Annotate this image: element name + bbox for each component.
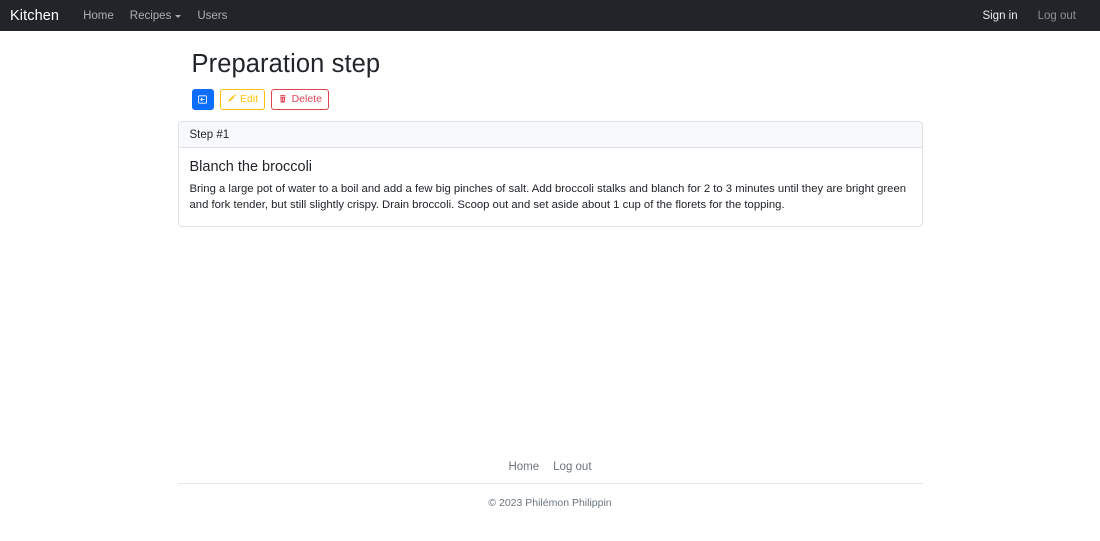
nav-link-recipes-label: Recipes (129, 9, 172, 22)
nav-link-users[interactable]: Users (189, 10, 235, 22)
edit-button[interactable]: Edit (219, 88, 266, 110)
footer-link-log-out[interactable]: Log out (553, 461, 591, 473)
preparation-step-card: Step #1 Blanch the broccoli Bring a larg… (177, 120, 923, 228)
footer-nav: Home Log out (0, 455, 1100, 483)
card-title: Blanch the broccoli (189, 158, 313, 175)
footer-link-home[interactable]: Home (508, 461, 539, 473)
box-arrow-left-icon (197, 94, 208, 105)
navbar-primary-links: Home Recipes Users (75, 10, 235, 22)
card-description: Bring a large pot of water to a boil and… (189, 182, 907, 212)
delete-button[interactable]: Delete (271, 88, 329, 110)
navbar-brand[interactable]: Kitchen (10, 8, 59, 24)
navbar-secondary-links: Sign in Log out (972, 10, 1086, 22)
nav-link-log-out[interactable]: Log out (1028, 10, 1086, 22)
edit-button-label: Edit (240, 92, 259, 105)
nav-link-log-out-label: Log out (1037, 9, 1076, 22)
main-container: Preparation step Edit Delete Step #1 Bla… (177, 31, 923, 228)
nav-link-recipes[interactable]: Recipes (122, 10, 190, 22)
card-body: Blanch the broccoli Bring a large pot of… (179, 148, 922, 227)
footer-copyright: © 2023 Philémon Philippin (488, 497, 612, 509)
action-button-row: Edit Delete (191, 88, 923, 110)
nav-link-users-label: Users (197, 9, 228, 22)
page-footer: Home Log out © 2023 Philémon Philippin (0, 455, 1100, 509)
back-button[interactable] (191, 88, 214, 110)
delete-button-label: Delete (291, 92, 322, 105)
nav-link-sign-in[interactable]: Sign in (972, 10, 1027, 22)
trash-icon (278, 94, 288, 104)
top-navbar: Kitchen Home Recipes Users Sign in Log o… (0, 0, 1100, 31)
chevron-down-icon (175, 15, 182, 18)
nav-link-home-label: Home (83, 9, 114, 22)
nav-link-home[interactable]: Home (75, 10, 122, 22)
card-header-step-number: Step #1 (178, 121, 922, 148)
page-title: Preparation step (191, 50, 381, 78)
nav-link-sign-in-label: Sign in (982, 9, 1018, 22)
pencil-icon (227, 94, 237, 104)
